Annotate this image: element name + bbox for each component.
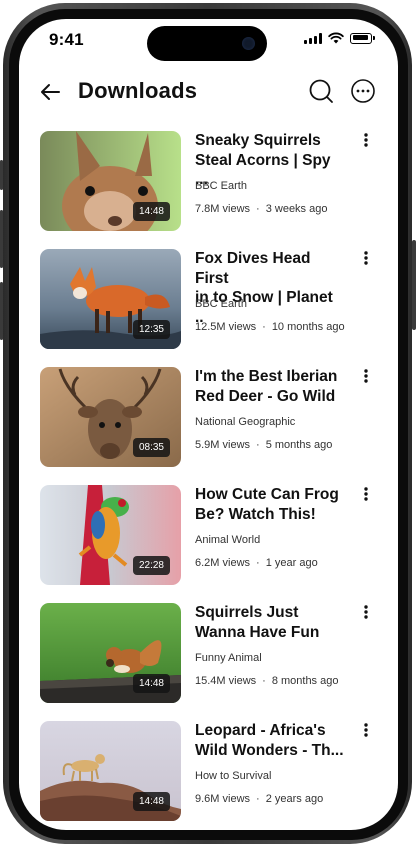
video-title[interactable]: How Cute Can Frog Be? Watch This! (195, 485, 345, 524)
video-thumbnail[interactable]: 12:35 (40, 249, 181, 349)
more-horizontal-icon[interactable] (349, 77, 377, 105)
duration-badge: 14:48 (132, 674, 170, 693)
video-title-line: Be? Watch This! (195, 505, 316, 523)
more-vertical-icon[interactable] (358, 485, 374, 505)
video-title-line: How Cute Can Frog (195, 486, 339, 503)
view-count: 12.5M views (195, 321, 257, 333)
channel-name: How to Survival (195, 770, 272, 782)
upload-age: 8 months ago (271, 675, 339, 687)
power-button (412, 240, 416, 330)
list-item: 08:35 I'm the Best Iberian Red Deer - Go … (19, 367, 398, 469)
video-title-line: I'm the Best Iberian (195, 368, 338, 385)
mute-switch (0, 160, 3, 190)
camera-icon (242, 37, 255, 50)
upload-age: 5 months ago (265, 439, 333, 451)
view-count: 15.4M views (195, 675, 257, 687)
video-title-line: Red Deer - Go Wild (195, 387, 336, 405)
view-count: 6.2M views (195, 557, 251, 569)
battery-icon (350, 32, 375, 44)
more-vertical-icon[interactable] (358, 721, 374, 741)
video-meta: 6.2M views · 1 year ago (195, 557, 318, 569)
status-time: 9:41 (49, 30, 84, 49)
wifi-icon (328, 32, 344, 44)
arrow-left-icon[interactable] (37, 78, 65, 106)
upload-age: 10 months ago (271, 321, 345, 333)
duration-badge: 14:48 (132, 792, 170, 811)
video-thumbnail[interactable]: 22:28 (40, 485, 181, 585)
video-title-line: Fox Dives Head First (195, 250, 311, 287)
channel-name: Funny Animal (195, 652, 262, 664)
channel-name: Animal World (195, 534, 261, 546)
video-meta: 5.9M views · 5 months ago (195, 439, 332, 451)
volume-down-button (0, 282, 3, 340)
video-title-line: Leopard - Africa's (195, 722, 326, 739)
separator-dot: · (262, 675, 266, 687)
video-thumbnail[interactable]: 08:35 (40, 367, 181, 467)
upload-age: 1 year ago (265, 557, 318, 569)
video-title[interactable]: Leopard - Africa's Wild Wonders - Th... (195, 721, 345, 760)
list-item: 14:48 Squirrels Just Wanna Have Fun Funny… (19, 603, 398, 705)
duration-badge: 08:35 (132, 438, 170, 457)
list-item: 14:48 Leopard - Africa's Wild Wonders - T… (19, 721, 398, 823)
upload-age: 2 years ago (265, 793, 324, 805)
video-thumbnail[interactable]: 14:48 (40, 721, 181, 821)
channel-name: BBC Earth (195, 298, 247, 310)
more-vertical-icon[interactable] (358, 367, 374, 387)
view-count: 5.9M views (195, 439, 251, 451)
more-vertical-icon[interactable] (358, 249, 374, 269)
channel-name: BBC Earth (195, 180, 247, 192)
channel-name: National Geographic (195, 416, 296, 428)
more-vertical-icon[interactable] (358, 131, 374, 151)
duration-badge: 12:35 (132, 320, 170, 339)
screen: 9:41 Downloads 14:48 Sneaky Squirrels St… (19, 19, 398, 830)
upload-age: 3 weeks ago (265, 203, 328, 215)
video-meta: 15.4M views · 8 months ago (195, 675, 338, 687)
video-title-line: Squirrels Just (195, 604, 299, 621)
video-title-line: Wild Wonders - Th... (195, 741, 344, 759)
page-title: Downloads (78, 78, 198, 103)
video-title-line: Sneaky Squirrels (195, 132, 321, 149)
list-item: 22:28 How Cute Can Frog Be? Watch This! A… (19, 485, 398, 587)
video-title-line: Wanna Have Fun (195, 623, 320, 641)
status-icons (304, 32, 375, 44)
duration-badge: 14:48 (132, 202, 170, 221)
view-count: 9.6M views (195, 793, 251, 805)
video-title[interactable]: I'm the Best Iberian Red Deer - Go Wild (195, 367, 345, 406)
duration-badge: 22:28 (132, 556, 170, 575)
separator-dot: · (256, 439, 260, 451)
video-thumbnail[interactable]: 14:48 (40, 603, 181, 703)
video-meta: 12.5M views · 10 months ago (195, 321, 345, 333)
separator-dot: · (256, 557, 260, 569)
volume-up-button (0, 210, 3, 268)
cellular-signal-icon (304, 32, 322, 44)
view-count: 7.8M views (195, 203, 251, 215)
video-title[interactable]: Squirrels Just Wanna Have Fun (195, 603, 345, 642)
dynamic-island (147, 26, 267, 61)
more-vertical-icon[interactable] (358, 603, 374, 623)
list-item: 12:35 Fox Dives Head First in to Snow | P… (19, 249, 398, 351)
separator-dot: · (262, 321, 266, 333)
video-title[interactable]: Fox Dives Head First in to Snow | Planet … (195, 249, 345, 327)
separator-dot: · (256, 203, 260, 215)
search-icon[interactable] (307, 77, 335, 105)
video-meta: 9.6M views · 2 years ago (195, 793, 323, 805)
separator-dot: · (256, 793, 260, 805)
video-meta: 7.8M views · 3 weeks ago (195, 203, 327, 215)
video-thumbnail[interactable]: 14:48 (40, 131, 181, 231)
list-item: 14:48 Sneaky Squirrels Steal Acorns | Spy… (19, 131, 398, 233)
app-header: Downloads (19, 73, 398, 113)
